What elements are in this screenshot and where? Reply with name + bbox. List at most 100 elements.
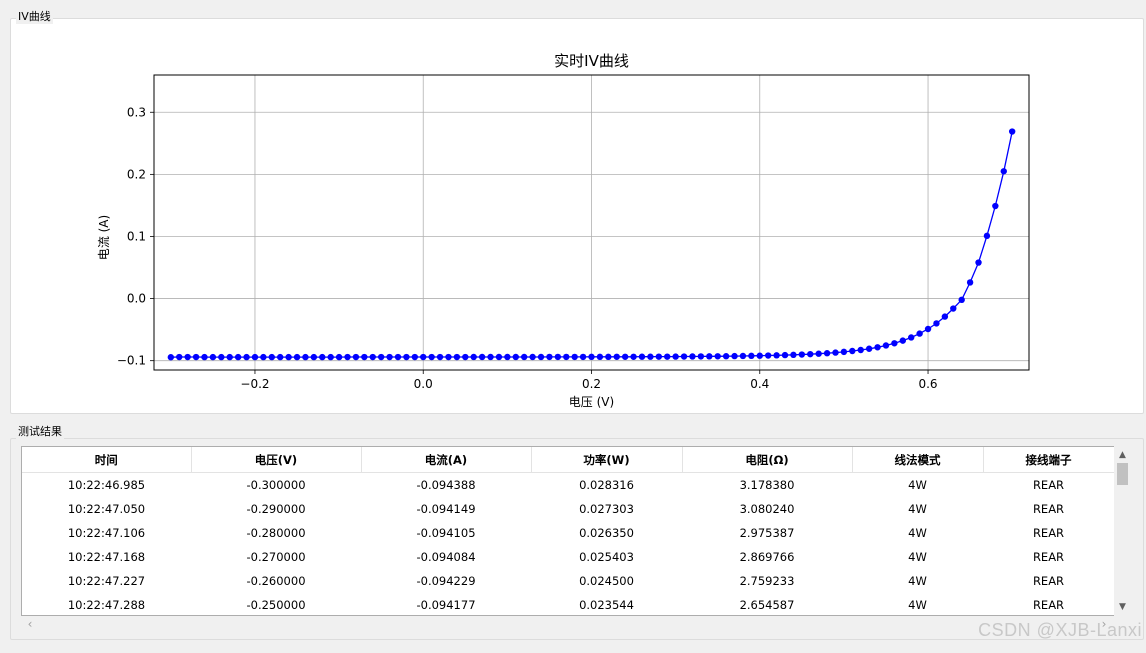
cell-terminal: REAR	[1032, 598, 1065, 612]
data-point	[815, 350, 822, 357]
cell-wire-mode: 4W	[908, 478, 927, 492]
table-row[interactable]: 10:22:47.106 -0.280000 -0.094105 0.02635…	[22, 521, 1114, 545]
data-point	[403, 353, 410, 361]
scroll-up-arrow-icon[interactable]: ▲	[1114, 448, 1131, 462]
data-point	[167, 354, 175, 361]
data-point	[192, 353, 200, 361]
data-point	[571, 353, 578, 361]
iv-curve-panel: −0.2 0.0 0.2 0.4 0.6 −0.1 0.0 0.1 0.2 0.3 实时IV曲线 电压…	[10, 18, 1144, 414]
data-point	[512, 353, 519, 361]
data-point	[621, 353, 629, 360]
cell-resistance: 2.759233	[739, 574, 795, 588]
table-row[interactable]: 10:22:47.288 -0.250000 -0.094177 0.02354…	[22, 593, 1114, 615]
cell-terminal: REAR	[1032, 550, 1065, 564]
cell-wire-mode: 4W	[908, 574, 927, 588]
data-point	[209, 353, 217, 361]
cell-power: 0.024500	[579, 574, 634, 588]
data-point	[277, 353, 284, 361]
header-power[interactable]: 功率(W)	[531, 447, 683, 473]
cell-terminal: REAR	[1032, 526, 1065, 540]
cell-power: 0.028316	[579, 478, 634, 492]
data-point	[891, 340, 898, 347]
data-point	[478, 353, 486, 361]
data-point	[285, 353, 292, 361]
cell-current: -0.094177	[416, 598, 476, 612]
data-point	[950, 305, 957, 312]
vertical-scrollbar[interactable]: ▲ ▼	[1114, 446, 1131, 616]
cell-voltage: -0.250000	[246, 598, 306, 612]
header-current[interactable]: 电流(A)	[361, 447, 532, 473]
data-point	[992, 202, 999, 210]
table-row[interactable]: 10:22:47.050 -0.290000 -0.094149 0.02730…	[22, 497, 1114, 521]
y-axis-label: 电流 (A)	[97, 215, 111, 260]
cell-resistance: 2.975387	[739, 526, 795, 540]
cell-resistance: 3.178380	[739, 478, 795, 492]
cell-current: -0.094229	[416, 574, 476, 588]
data-point	[840, 348, 848, 356]
data-point	[714, 353, 721, 360]
data-point	[251, 353, 259, 361]
header-resistance[interactable]: 电阻(Ω)	[682, 447, 853, 473]
data-point	[958, 296, 965, 304]
cell-time: 10:22:47.288	[67, 598, 146, 612]
data-point	[882, 342, 890, 349]
data-point	[731, 352, 738, 360]
scroll-thumb[interactable]	[1117, 463, 1128, 485]
table-row[interactable]: 10:22:47.168 -0.270000 -0.094084 0.02540…	[22, 545, 1114, 569]
cell-resistance: 2.869766	[739, 550, 795, 564]
data-point	[899, 337, 906, 344]
header-time[interactable]: 时间	[22, 447, 192, 473]
data-point	[790, 351, 797, 359]
x-tick-label: 0.4	[750, 377, 769, 391]
iv-chart: −0.2 0.0 0.2 0.4 0.6 −0.1 0.0 0.1 0.2 0.3 实时IV曲线电压…	[97, 52, 1030, 409]
data-point	[748, 352, 755, 360]
cell-time: 10:22:47.168	[67, 550, 146, 564]
data-point	[361, 353, 368, 361]
scroll-down-arrow-icon[interactable]: ▼	[1114, 600, 1131, 614]
cell-voltage: -0.290000	[246, 502, 306, 516]
header-voltage[interactable]: 电压(V)	[191, 447, 362, 473]
data-point	[588, 353, 595, 361]
data-point	[672, 353, 679, 360]
table-row[interactable]: 10:22:46.985 -0.300000 -0.094388 0.02831…	[22, 473, 1114, 498]
data-point	[176, 353, 183, 361]
iv-group-title: IV曲线	[16, 10, 53, 24]
data-point	[310, 353, 318, 361]
cell-wire-mode: 4W	[908, 502, 927, 516]
results-table-frame[interactable]: 时间 电压(V) 电流(A) 功率(W) 电阻(Ω) 线法模式 接线端子 10:…	[21, 446, 1115, 616]
table-row[interactable]: 10:22:47.227 -0.260000 -0.094229 0.02450…	[22, 569, 1114, 593]
results-table: 时间 电压(V) 电流(A) 功率(W) 电阻(Ω) 线法模式 接线端子 10:…	[22, 447, 1114, 615]
data-point	[1008, 128, 1016, 135]
data-point	[807, 350, 814, 358]
y-tick-label: 0.2	[127, 167, 146, 181]
data-point	[268, 353, 275, 361]
data-point	[537, 353, 545, 361]
data-point	[596, 353, 604, 361]
scroll-left-arrow-icon[interactable]: ‹	[23, 616, 37, 632]
data-point	[234, 353, 242, 361]
data-point	[874, 344, 881, 351]
data-point	[773, 352, 780, 359]
data-point	[857, 346, 864, 354]
data-point	[529, 353, 536, 361]
data-point	[756, 352, 763, 359]
data-point	[369, 353, 376, 361]
data-point	[327, 353, 334, 361]
data-point	[226, 353, 233, 361]
data-point	[832, 349, 839, 356]
data-point	[722, 353, 730, 360]
data-point	[495, 353, 503, 361]
horizontal-scrollbar[interactable]: ‹ ›	[21, 616, 1113, 632]
data-point	[689, 353, 696, 360]
cell-current: -0.094388	[416, 478, 476, 492]
data-point	[647, 353, 654, 360]
header-terminal[interactable]: 接线端子	[983, 447, 1114, 473]
table-header-row: 时间 电压(V) 电流(A) 功率(W) 电阻(Ω) 线法模式 接线端子	[22, 447, 1114, 473]
data-point	[470, 353, 477, 361]
data-point	[655, 353, 663, 360]
data-point	[916, 330, 923, 337]
data-point	[487, 353, 494, 361]
x-tick-label: 0.6	[918, 377, 937, 391]
data-point	[563, 353, 570, 361]
header-wire-mode[interactable]: 线法模式	[852, 447, 984, 473]
